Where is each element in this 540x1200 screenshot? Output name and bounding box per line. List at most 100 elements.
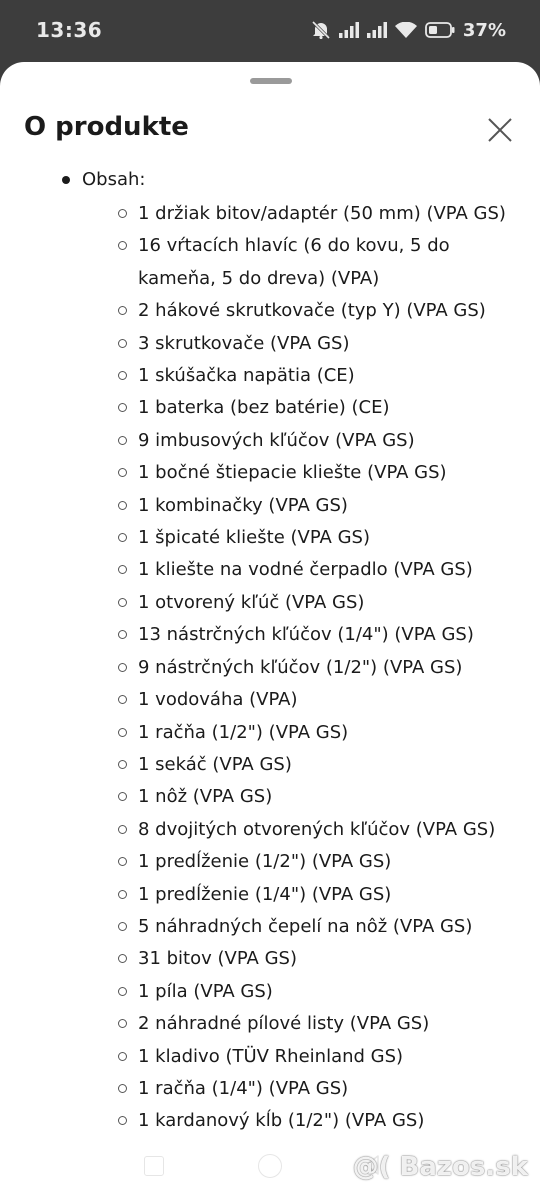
wifi-icon bbox=[394, 22, 417, 38]
list-item-text: 1 kladivo (TÜV Rheinland GS) bbox=[138, 1045, 404, 1067]
list-item-text: 1 predĺženie (1/2") (VPA GS) bbox=[138, 851, 392, 873]
bazos-watermark: @( Bazos.sk bbox=[352, 1152, 528, 1182]
list-item-text: 31 bitov (VPA GS) bbox=[138, 948, 297, 970]
circle-bullet-icon bbox=[118, 403, 127, 413]
list-item: 1 bočné štiepacie kliešte (VPA GS) bbox=[0, 457, 540, 489]
list-item-text: 1 kliešte na vodné čerpadlo (VPA GS) bbox=[138, 559, 473, 581]
list-item: 1 kardanový kĺb (1/2") (VPA GS) bbox=[0, 1105, 540, 1137]
circle-bullet-icon bbox=[118, 857, 127, 867]
list-item: 1 račňa (1/2") (VPA GS) bbox=[0, 717, 540, 749]
circle-bullet-icon bbox=[118, 533, 127, 543]
circle-bullet-icon bbox=[118, 986, 127, 996]
list-item: 5 náhradných čepelí na nôž (VPA GS) bbox=[0, 911, 540, 943]
list-item-text: 1 račňa (1/2") (VPA GS) bbox=[138, 721, 349, 743]
list-item-text: 1 vodováha (VPA) bbox=[138, 689, 298, 711]
circle-bullet-icon bbox=[118, 468, 127, 478]
battery-icon bbox=[425, 22, 455, 38]
circle-bullet-icon bbox=[118, 241, 127, 251]
circle-bullet-icon bbox=[118, 792, 127, 802]
list-item-text: 1 račňa (1/4") (VPA GS) bbox=[138, 1077, 349, 1099]
list-item-text: 1 nôž (VPA GS) bbox=[138, 786, 273, 808]
circle-bullet-icon bbox=[118, 889, 127, 899]
close-button[interactable] bbox=[484, 114, 516, 146]
list-item: 1 račňa (1/4") (VPA GS) bbox=[0, 1073, 540, 1105]
circle-bullet-icon bbox=[118, 630, 127, 640]
status-time: 13:36 bbox=[36, 18, 103, 42]
product-content: Obsah: 1 držiak bitov/adaptér (50 mm) (V… bbox=[0, 164, 540, 1138]
list-item: 8 dvojitých otvorených kľúčov (VPA GS) bbox=[0, 814, 540, 846]
list-item: 1 držiak bitov/adaptér (50 mm) (VPA GS) bbox=[0, 198, 540, 230]
list-item: 1 skúšačka napätia (CE) bbox=[0, 360, 540, 392]
list-item: 31 bitov (VPA GS) bbox=[0, 943, 540, 975]
list-item-text: 1 píla (VPA GS) bbox=[138, 980, 273, 1002]
status-bar: 13:36 37% bbox=[0, 0, 540, 60]
list-item: 1 otvorený kľúč (VPA GS) bbox=[0, 587, 540, 619]
list-item-text: 1 špicaté kliešte (VPA GS) bbox=[138, 527, 370, 549]
drag-handle[interactable] bbox=[250, 78, 292, 84]
list-item-text: 5 náhradných čepelí na nôž (VPA GS) bbox=[138, 915, 473, 937]
contents-list: 1 držiak bitov/adaptér (50 mm) (VPA GS) 1… bbox=[0, 198, 540, 1138]
list-item-text: 1 kardanový kĺb (1/2") (VPA GS) bbox=[138, 1110, 425, 1132]
list-item-text: 16 vŕtacích hlavíc (6 do kovu, 5 do kame… bbox=[138, 235, 450, 289]
circle-bullet-icon bbox=[118, 597, 127, 607]
list-item: 9 imbusových kľúčov (VPA GS) bbox=[0, 425, 540, 457]
bullet-icon bbox=[62, 176, 70, 184]
close-icon bbox=[488, 118, 512, 142]
circle-bullet-icon bbox=[118, 371, 127, 381]
circle-bullet-icon bbox=[118, 1051, 127, 1061]
list-item: 1 kliešte na vodné čerpadlo (VPA GS) bbox=[0, 554, 540, 586]
list-item: 1 píla (VPA GS) bbox=[0, 976, 540, 1008]
list-item-contents: Obsah: bbox=[0, 164, 540, 198]
list-item-text: 1 sekáč (VPA GS) bbox=[138, 753, 292, 775]
circle-bullet-icon bbox=[118, 338, 127, 348]
list-item-text: 1 predĺženie (1/4") (VPA GS) bbox=[138, 883, 392, 905]
list-item-text: 9 nástrčných kľúčov (1/2") (VPA GS) bbox=[138, 656, 463, 678]
list-item-text: 1 držiak bitov/adaptér (50 mm) (VPA GS) bbox=[138, 203, 506, 224]
circle-bullet-icon bbox=[118, 1116, 127, 1126]
list-item-text: 3 skrutkovače (VPA GS) bbox=[138, 332, 350, 354]
list-item: 1 nôž (VPA GS) bbox=[0, 781, 540, 813]
circle-bullet-icon bbox=[118, 435, 127, 445]
list-item-text: 13 nástrčných kľúčov (1/4") (VPA GS) bbox=[138, 624, 474, 646]
list-item: 13 nástrčných kľúčov (1/4") (VPA GS) bbox=[0, 619, 540, 651]
list-item: 2 hákové skrutkovače (typ Y) (VPA GS) bbox=[0, 295, 540, 327]
circle-bullet-icon bbox=[118, 1083, 127, 1093]
list-item-text: 1 baterka (bez batérie) (CE) bbox=[138, 397, 390, 419]
circle-bullet-icon bbox=[118, 500, 127, 510]
list-item: 1 predĺženie (1/4") (VPA GS) bbox=[0, 879, 540, 911]
circle-bullet-icon bbox=[118, 824, 127, 834]
list-item: 1 baterka (bez batérie) (CE) bbox=[0, 392, 540, 424]
circle-bullet-icon bbox=[118, 921, 127, 931]
list-item: 1 sekáč (VPA GS) bbox=[0, 749, 540, 781]
circle-bullet-icon bbox=[118, 662, 127, 672]
list-item: 16 vŕtacích hlavíc (6 do kovu, 5 do kame… bbox=[0, 230, 540, 295]
circle-bullet-icon bbox=[118, 209, 127, 218]
mute-icon bbox=[311, 21, 331, 39]
circle-bullet-icon bbox=[118, 565, 127, 575]
status-icons: 37% bbox=[311, 20, 506, 41]
list-item: 1 vodováha (VPA) bbox=[0, 684, 540, 716]
list-item: 1 kladivo (TÜV Rheinland GS) bbox=[0, 1041, 540, 1073]
circle-bullet-icon bbox=[118, 727, 127, 737]
list-item-text: 1 kombinačky (VPA GS) bbox=[138, 494, 348, 516]
list-item-text: 9 imbusových kľúčov (VPA GS) bbox=[138, 429, 415, 451]
sheet-title: O produkte bbox=[24, 112, 189, 142]
list-item-text: 1 skúšačka napätia (CE) bbox=[138, 365, 355, 387]
list-item-text: 2 náhradné pílové listy (VPA GS) bbox=[138, 1013, 430, 1035]
signal-icon bbox=[338, 22, 359, 38]
list-item: 9 nástrčných kľúčov (1/2") (VPA GS) bbox=[0, 652, 540, 684]
circle-bullet-icon bbox=[118, 695, 127, 705]
list-item: 2 náhradné pílové listy (VPA GS) bbox=[0, 1008, 540, 1040]
list-item-text: 8 dvojitých otvorených kľúčov (VPA GS) bbox=[138, 818, 496, 840]
list-item-text: 1 otvorený kľúč (VPA GS) bbox=[138, 591, 365, 613]
contents-label: Obsah: bbox=[82, 169, 146, 190]
circle-bullet-icon bbox=[118, 306, 127, 316]
list-item: 1 špicaté kliešte (VPA GS) bbox=[0, 522, 540, 554]
list-item: 1 kombinačky (VPA GS) bbox=[0, 490, 540, 522]
list-item: 3 skrutkovače (VPA GS) bbox=[0, 328, 540, 360]
home-button[interactable] bbox=[258, 1154, 282, 1178]
circle-bullet-icon bbox=[118, 759, 127, 769]
signal-icon bbox=[366, 22, 387, 38]
list-item: 1 predĺženie (1/2") (VPA GS) bbox=[0, 846, 540, 878]
recents-button[interactable] bbox=[144, 1156, 164, 1176]
